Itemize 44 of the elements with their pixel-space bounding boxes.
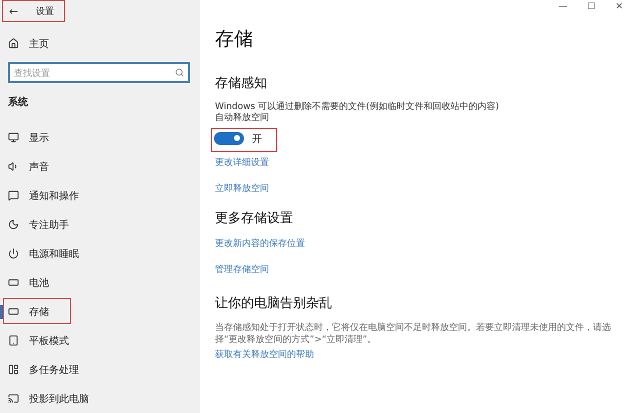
- search-field[interactable]: 查找设置: [8, 62, 190, 83]
- toggle-label: 开: [252, 132, 262, 146]
- toggle-switch[interactable]: [214, 132, 244, 146]
- nav-item[interactable]: 电源和睡眠: [0, 239, 200, 268]
- section-heading: 存储感知: [215, 75, 268, 92]
- link[interactable]: 管理存储空间: [215, 262, 269, 276]
- link[interactable]: 更改新内容的保存位置: [215, 236, 305, 250]
- nav-item[interactable]: 声音: [0, 152, 200, 182]
- window-control[interactable]: —: [558, 2, 568, 12]
- nav-item[interactable]: 专注助手: [0, 210, 200, 240]
- nav-item[interactable]: 显示: [0, 123, 200, 152]
- nav-item[interactable]: 多任务处理: [0, 355, 200, 384]
- description: Windows 可以通过删除不需要的文件(例如临时文件和回收站中的内容)自动释放空间: [215, 102, 500, 124]
- multitask-icon: [8, 364, 19, 376]
- nav-item[interactable]: 电池: [0, 268, 200, 298]
- speaker-icon: [8, 161, 19, 172]
- nav-item[interactable]: 平板模式: [0, 326, 200, 356]
- nav-item[interactable]: 存储: [0, 297, 200, 326]
- section-heading: 系统: [7, 96, 29, 109]
- window-title: 设置: [36, 6, 54, 18]
- tablet-icon: [8, 335, 19, 346]
- back-button[interactable]: ← 设置: [2, 0, 66, 22]
- search-input[interactable]: 查找设置: [14, 68, 154, 78]
- section-heading: 让你的电脑告别杂乱: [215, 294, 333, 312]
- message-icon: [8, 190, 19, 202]
- window-control[interactable]: ✕: [615, 2, 623, 12]
- battery-icon: [8, 277, 19, 288]
- monitor-icon: [8, 132, 19, 144]
- cast-icon: [8, 393, 19, 404]
- link[interactable]: 立即释放空间: [215, 182, 269, 195]
- moon-icon: [8, 219, 19, 230]
- nav-item[interactable]: 通知和操作: [0, 181, 200, 210]
- link[interactable]: 更改详细设置: [215, 156, 269, 169]
- description: 当存储感知处于打开状态时，它将仅在电脑空间不足时释放空间。若要立即清理未使用的文件，请选择“更改释放空间的方式”>“立即清理”。: [215, 322, 612, 346]
- storage-icon: [8, 306, 19, 318]
- page-title: 存储: [215, 27, 254, 52]
- home-icon: [8, 38, 19, 50]
- link[interactable]: 获取有关释放空间的帮助: [215, 348, 314, 361]
- search-icon: [175, 68, 184, 78]
- section-heading: 更多存储设置: [215, 210, 294, 227]
- home-link[interactable]: 主页: [29, 36, 49, 51]
- power-icon: [8, 248, 19, 260]
- window-control[interactable]: ☐: [587, 2, 596, 12]
- nav-item[interactable]: 投影到此电脑: [0, 384, 200, 413]
